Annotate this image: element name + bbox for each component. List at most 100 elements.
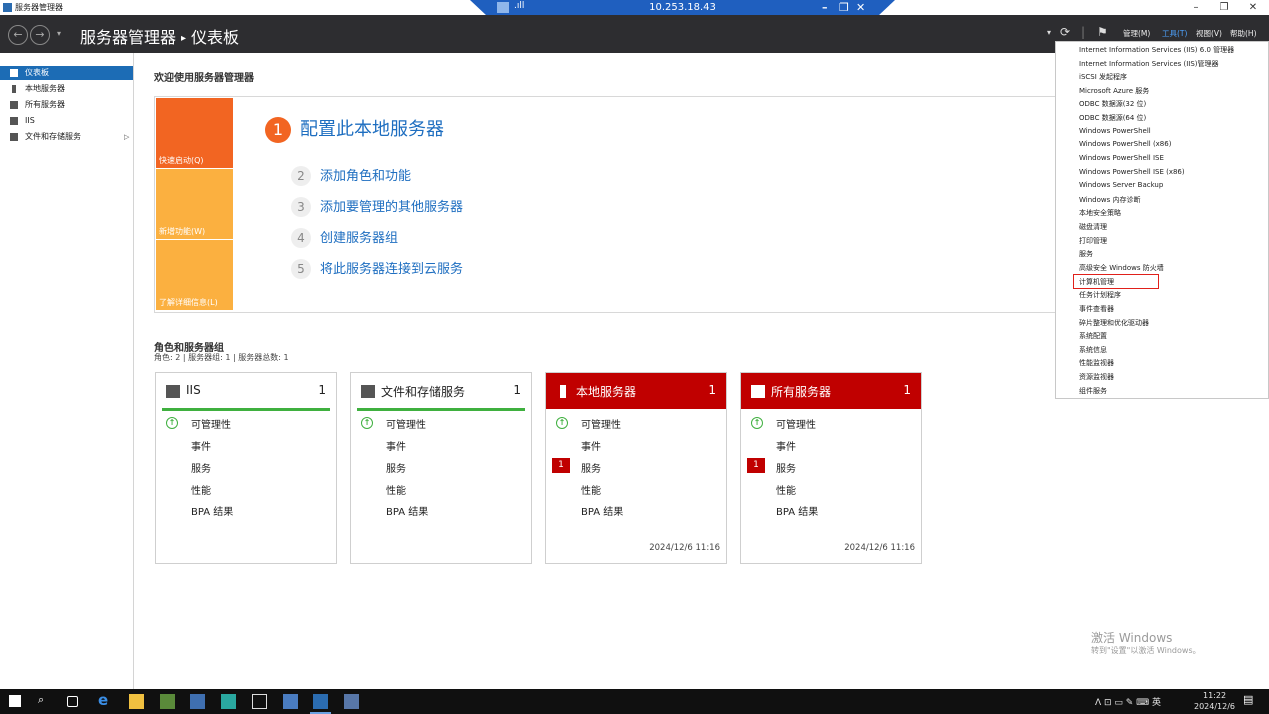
card-row-bpa[interactable]: BPA 结果 xyxy=(386,503,428,518)
card-row-events[interactable]: 事件 xyxy=(386,438,406,453)
expand-arrow-icon[interactable]: ▷ xyxy=(124,130,129,144)
step-configure-local-server[interactable]: 1 配置此本地服务器 xyxy=(265,115,444,143)
clock[interactable]: 11:22 2024/12/6 xyxy=(1194,690,1235,712)
refresh-dropdown-icon[interactable]: ▾ xyxy=(1047,28,1051,37)
app-icon[interactable] xyxy=(221,694,236,709)
menu-item-resource-monitor[interactable]: 资源监视器 xyxy=(1079,372,1114,382)
sidebar-item-file-storage[interactable]: 文件和存储服务 ▷ xyxy=(0,130,133,144)
remote-close-button[interactable]: ✕ xyxy=(856,1,865,14)
menu-item-powershell-x86[interactable]: Windows PowerShell (x86) xyxy=(1079,140,1171,148)
start-windows-icon[interactable] xyxy=(9,695,21,707)
menu-item-services[interactable]: 服务 xyxy=(1079,249,1093,259)
remote-minimize-button[interactable]: – xyxy=(822,1,828,14)
sidebar-item-all-servers[interactable]: 所有服务器 xyxy=(0,98,133,112)
restore-button[interactable]: ❐ xyxy=(1208,0,1240,15)
app-icon[interactable] xyxy=(344,694,359,709)
tile-whats-new[interactable]: 新增功能(W) xyxy=(156,169,233,239)
card-row-bpa[interactable]: BPA 结果 xyxy=(581,503,623,518)
menu-item-system-info[interactable]: 系统信息 xyxy=(1079,345,1107,355)
card-row-manageability[interactable]: 可管理性 xyxy=(386,416,426,431)
card-row-events[interactable]: 事件 xyxy=(191,438,211,453)
menu-tools[interactable]: 工具(T) xyxy=(1162,28,1187,39)
welcome-title: 欢迎使用服务器管理器 xyxy=(154,73,254,84)
menu-item-powershell-ise[interactable]: Windows PowerShell ISE xyxy=(1079,154,1164,162)
card-row-bpa[interactable]: BPA 结果 xyxy=(191,503,233,518)
server-manager-taskbar-icon[interactable] xyxy=(310,694,331,714)
menu-item-powershell-ise-x86[interactable]: Windows PowerShell ISE (x86) xyxy=(1079,168,1185,176)
menu-item-task-scheduler[interactable]: 任务计划程序 xyxy=(1079,290,1121,300)
remote-desktop-bar: .ıll 10.253.18.43 – ❐ ✕ xyxy=(470,0,895,16)
card-row-services[interactable]: 服务 xyxy=(191,460,211,475)
roles-subtitle: 角色: 2 | 服务器组: 1 | 服务器总数: 1 xyxy=(154,353,289,362)
search-icon[interactable]: ⌕ xyxy=(38,693,53,708)
card-row-events[interactable]: 事件 xyxy=(776,438,796,453)
card-header[interactable]: 本地服务器 1 xyxy=(546,373,726,409)
card-row-performance[interactable]: 性能 xyxy=(191,482,211,497)
menu-item-print-management[interactable]: 打印管理 xyxy=(1079,236,1107,246)
tile-learn-more[interactable]: 了解详细信息(L) xyxy=(156,240,233,310)
menu-item-odbc32[interactable]: ODBC 数据源(32 位) xyxy=(1079,99,1146,109)
menu-item-azure[interactable]: Microsoft Azure 服务 xyxy=(1079,86,1149,96)
window-title: 服务器管理器 xyxy=(15,3,63,12)
task-view-icon[interactable] xyxy=(67,696,78,707)
card-header[interactable]: 所有服务器 1 xyxy=(741,373,921,409)
menu-item-iscsi[interactable]: iSCSI 发起程序 xyxy=(1079,72,1127,82)
forward-arrow-icon[interactable]: → xyxy=(30,25,50,45)
activation-watermark-hint: 转到"设置"以激活 Windows。 xyxy=(1091,646,1201,655)
step-connect-cloud[interactable]: 5 将此服务器连接到云服务 xyxy=(291,258,463,279)
edge-icon[interactable]: e xyxy=(98,691,113,709)
card-row-performance[interactable]: 性能 xyxy=(581,482,601,497)
card-row-services[interactable]: 服务 xyxy=(386,460,406,475)
step-create-group[interactable]: 4 创建服务器组 xyxy=(291,227,398,248)
menu-item-system-config[interactable]: 系统配置 xyxy=(1079,331,1107,341)
menu-item-disk-cleanup[interactable]: 磁盘清理 xyxy=(1079,222,1107,232)
menu-item-event-viewer[interactable]: 事件查看器 xyxy=(1079,304,1114,314)
step-add-servers[interactable]: 3 添加要管理的其他服务器 xyxy=(291,196,463,217)
menu-item-iis6-manager[interactable]: Internet Information Services (IIS) 6.0 … xyxy=(1079,45,1234,55)
menu-item-local-security-policy[interactable]: 本地安全策略 xyxy=(1079,208,1121,218)
card-row-events[interactable]: 事件 xyxy=(581,438,601,453)
menu-manage[interactable]: 管理(M) xyxy=(1123,28,1150,39)
history-dropdown-icon[interactable]: ▾ xyxy=(49,25,69,45)
menu-item-component-services[interactable]: 组件服务 xyxy=(1079,386,1107,396)
tile-quick-start[interactable]: 快速启动(Q) xyxy=(156,98,233,168)
menu-item-odbc64[interactable]: ODBC 数据源(64 位) xyxy=(1079,113,1146,123)
breadcrumb-root[interactable]: 服务器管理器 xyxy=(80,28,176,47)
card-header[interactable]: IIS 1 xyxy=(156,373,336,409)
menu-item-server-backup[interactable]: Windows Server Backup xyxy=(1079,181,1163,189)
sidebar-item-dashboard[interactable]: 仪表板 xyxy=(0,66,133,80)
card-header[interactable]: 文件和存储服务 1 xyxy=(351,373,531,409)
menu-help[interactable]: 帮助(H) xyxy=(1230,28,1257,39)
menu-item-perf-monitor[interactable]: 性能监视器 xyxy=(1079,358,1114,368)
sidebar-item-iis[interactable]: IIS xyxy=(0,114,133,128)
card-row-bpa[interactable]: BPA 结果 xyxy=(776,503,818,518)
close-button[interactable]: ✕ xyxy=(1237,0,1269,15)
menu-item-firewall[interactable]: 高级安全 Windows 防火墙 xyxy=(1079,263,1164,273)
remote-restore-button[interactable]: ❐ xyxy=(839,1,849,14)
card-row-manageability[interactable]: 可管理性 xyxy=(776,416,816,431)
card-row-manageability[interactable]: 可管理性 xyxy=(191,416,231,431)
step-add-roles[interactable]: 2 添加角色和功能 xyxy=(291,165,411,186)
menu-item-defrag[interactable]: 碎片整理和优化驱动器 xyxy=(1079,318,1149,328)
card-row-performance[interactable]: 性能 xyxy=(386,482,406,497)
flag-icon[interactable]: ⚑ xyxy=(1097,25,1108,39)
app-icon[interactable] xyxy=(160,694,175,709)
app-icon[interactable] xyxy=(190,694,205,709)
card-row-services[interactable]: 服务 xyxy=(776,460,796,475)
notification-icon[interactable]: ▤ xyxy=(1243,693,1258,708)
back-arrow-icon[interactable]: ← xyxy=(8,25,28,45)
card-row-performance[interactable]: 性能 xyxy=(776,482,796,497)
card-count: 1 xyxy=(513,383,521,397)
menu-item-powershell[interactable]: Windows PowerShell xyxy=(1079,127,1151,135)
menu-item-memory-diagnostic[interactable]: Windows 内存诊断 xyxy=(1079,195,1140,205)
menu-view[interactable]: 视图(V) xyxy=(1196,28,1222,39)
card-row-manageability[interactable]: 可管理性 xyxy=(581,416,621,431)
cmd-icon[interactable] xyxy=(252,694,267,709)
system-tray[interactable]: ᐱ ⊡ ▭ ✎ ⌨ 英 xyxy=(1095,695,1161,708)
app-icon[interactable] xyxy=(283,694,298,709)
menu-item-iis-manager[interactable]: Internet Information Services (IIS)管理器 xyxy=(1079,59,1219,69)
file-explorer-icon[interactable] xyxy=(129,694,144,709)
refresh-icon[interactable]: ⟳ xyxy=(1060,25,1070,39)
card-row-services[interactable]: 服务 xyxy=(581,460,601,475)
sidebar-item-local-server[interactable]: 本地服务器 xyxy=(0,82,133,96)
